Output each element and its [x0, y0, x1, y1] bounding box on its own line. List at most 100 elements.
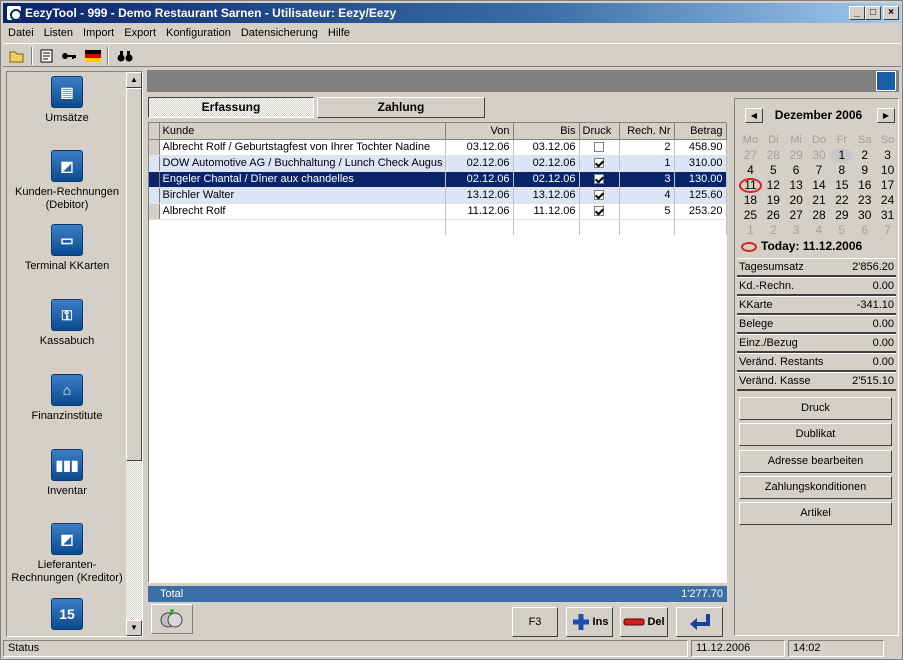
- scroll-down-arrow-icon[interactable]: ▼: [126, 620, 142, 636]
- druck-button[interactable]: Druck: [739, 397, 892, 420]
- calendar-day[interactable]: 17: [876, 178, 899, 193]
- dublikat-button[interactable]: Dublikat: [739, 423, 892, 446]
- table-row[interactable]: DOW Automotive AG / Buchhaltung / Lunch …: [149, 155, 727, 172]
- column-header-rech-nr[interactable]: Rech. Nr: [619, 123, 675, 140]
- calendar-day[interactable]: 3: [785, 223, 808, 238]
- calendar-day[interactable]: 5: [830, 223, 853, 238]
- calendar-day[interactable]: 21: [808, 193, 831, 208]
- calendar-day[interactable]: 1: [739, 223, 762, 238]
- calendar-day[interactable]: 27: [739, 148, 762, 163]
- calendar-day[interactable]: 24: [876, 193, 899, 208]
- f3-button[interactable]: F3: [512, 607, 558, 637]
- calendar-day[interactable]: 10: [876, 163, 899, 178]
- calendar-day[interactable]: 5: [762, 163, 785, 178]
- coins-button[interactable]: [151, 604, 193, 634]
- row-indicator[interactable]: [149, 139, 160, 156]
- calendar-day[interactable]: 4: [808, 223, 831, 238]
- menu-konfiguration[interactable]: Konfiguration: [161, 27, 236, 39]
- row-indicator[interactable]: [149, 187, 160, 204]
- table-row[interactable]: Engeler Chantal / Dîner aux chandelles 02…: [149, 171, 727, 188]
- calendar-day[interactable]: 20: [785, 193, 808, 208]
- properties-icon[interactable]: [37, 47, 57, 65]
- calendar-day[interactable]: 15: [830, 178, 853, 193]
- today-link[interactable]: Today: 11.12.2006: [741, 239, 862, 253]
- calendar-day[interactable]: 29: [785, 148, 808, 163]
- calendar-day[interactable]: 22: [830, 193, 853, 208]
- sidebar-item-finanzinstitute[interactable]: ⌂ Finanzinstitute: [7, 374, 127, 423]
- calendar-day[interactable]: 6: [853, 223, 876, 238]
- calendar-day[interactable]: 4: [739, 163, 762, 178]
- german-flag-icon[interactable]: [83, 47, 103, 65]
- column-header-kunde[interactable]: Kunde: [159, 123, 446, 140]
- row-indicator[interactable]: [149, 155, 160, 172]
- sidebar-item-kassabuch[interactable]: ⚿ Kassabuch: [7, 299, 127, 348]
- calendar-day[interactable]: 28: [808, 208, 831, 223]
- return-button[interactable]: [676, 607, 723, 637]
- sidebar-item-inventar[interactable]: ▮▮▮ Inventar: [7, 449, 127, 498]
- calendar-day[interactable]: 8: [830, 163, 853, 178]
- calendar-day[interactable]: 23: [853, 193, 876, 208]
- table-row[interactable]: Albrecht Rolf 11.12.06 11.12.06 5 253.20: [149, 203, 727, 220]
- invoice-icon[interactable]: [876, 71, 896, 91]
- calendar-day[interactable]: 27: [785, 208, 808, 223]
- sidebar-scrollbar[interactable]: ▲ ▼: [126, 72, 142, 636]
- sidebar-item-calendar[interactable]: 15: [7, 598, 127, 634]
- calendar-day[interactable]: 2: [762, 223, 785, 238]
- column-header-von[interactable]: Von: [445, 123, 514, 140]
- row-indicator[interactable]: [149, 203, 160, 220]
- delete-button[interactable]: Del: [620, 607, 668, 637]
- calendar-day[interactable]: 13: [785, 178, 808, 193]
- column-header-druck[interactable]: Druck: [579, 123, 620, 140]
- scroll-up-arrow-icon[interactable]: ▲: [126, 72, 142, 88]
- calendar-day[interactable]: 18: [739, 193, 762, 208]
- close-button[interactable]: ×: [883, 6, 899, 20]
- menu-datensicherung[interactable]: Datensicherung: [236, 27, 323, 39]
- sidebar-item-kunden-rechnungen[interactable]: ◩ Kunden-Rechnungen (Debitor): [7, 150, 127, 212]
- column-header-betrag[interactable]: Betrag: [674, 123, 727, 140]
- calendar-day[interactable]: 26: [762, 208, 785, 223]
- print-checkbox[interactable]: [594, 142, 604, 153]
- column-header-bis[interactable]: Bis: [513, 123, 580, 140]
- calendar-day[interactable]: 31: [876, 208, 899, 223]
- print-checkbox[interactable]: [594, 206, 604, 217]
- print-checkbox[interactable]: [594, 174, 604, 185]
- insert-button[interactable]: Ins: [566, 607, 613, 637]
- scrollbar-thumb[interactable]: [126, 88, 142, 461]
- calendar-day[interactable]: 28: [762, 148, 785, 163]
- calendar-day[interactable]: 6: [785, 163, 808, 178]
- adresse-bearbeiten-button[interactable]: Adresse bearbeiten: [739, 450, 892, 473]
- calendar-day[interactable]: 25: [739, 208, 762, 223]
- calendar-day[interactable]: 14: [808, 178, 831, 193]
- zahlungskonditionen-button[interactable]: Zahlungskonditionen: [739, 476, 892, 499]
- calendar-day[interactable]: 16: [853, 178, 876, 193]
- calendar-day[interactable]: 19: [762, 193, 785, 208]
- row-indicator[interactable]: [149, 171, 160, 188]
- tab-erfassung[interactable]: Erfassung: [148, 97, 314, 118]
- maximize-button[interactable]: □: [865, 6, 881, 20]
- open-folder-icon[interactable]: [7, 47, 27, 65]
- menu-import[interactable]: Import: [78, 27, 119, 39]
- table-row[interactable]: Albrecht Rolf / Geburtstagfest von Ihrer…: [149, 139, 727, 156]
- calendar-day[interactable]: 29: [830, 208, 853, 223]
- sidebar-item-terminal-kkarten[interactable]: ▭ Terminal KKarten: [7, 224, 127, 273]
- calendar-day[interactable]: 12: [762, 178, 785, 193]
- menu-listen[interactable]: Listen: [39, 27, 78, 39]
- calendar-day[interactable]: 2: [853, 148, 876, 163]
- minimize-button[interactable]: _: [849, 6, 865, 20]
- calendar-day[interactable]: 7: [876, 223, 899, 238]
- table-row[interactable]: Birchler Walter 13.12.06 13.12.06 4 125.60: [149, 187, 727, 204]
- calendar-day[interactable]: 9: [853, 163, 876, 178]
- calendar-day[interactable]: 3: [876, 148, 899, 163]
- sidebar-item-umsaetze[interactable]: ▤ Umsätze: [7, 76, 127, 125]
- calendar-day[interactable]: 30: [853, 208, 876, 223]
- key-icon[interactable]: [59, 47, 79, 65]
- calendar-day[interactable]: 1: [830, 148, 854, 163]
- calendar-day[interactable]: 11: [739, 178, 762, 193]
- print-checkbox[interactable]: [594, 190, 604, 201]
- sidebar-item-lieferanten-rechnungen[interactable]: ◩ Lieferanten-Rechnungen (Kreditor): [7, 523, 127, 585]
- next-month-icon[interactable]: ▶: [877, 108, 895, 123]
- binoculars-icon[interactable]: [115, 47, 135, 65]
- artikel-button[interactable]: Artikel: [739, 502, 892, 525]
- menu-datei[interactable]: Datei: [3, 27, 39, 39]
- menu-hilfe[interactable]: Hilfe: [323, 27, 355, 39]
